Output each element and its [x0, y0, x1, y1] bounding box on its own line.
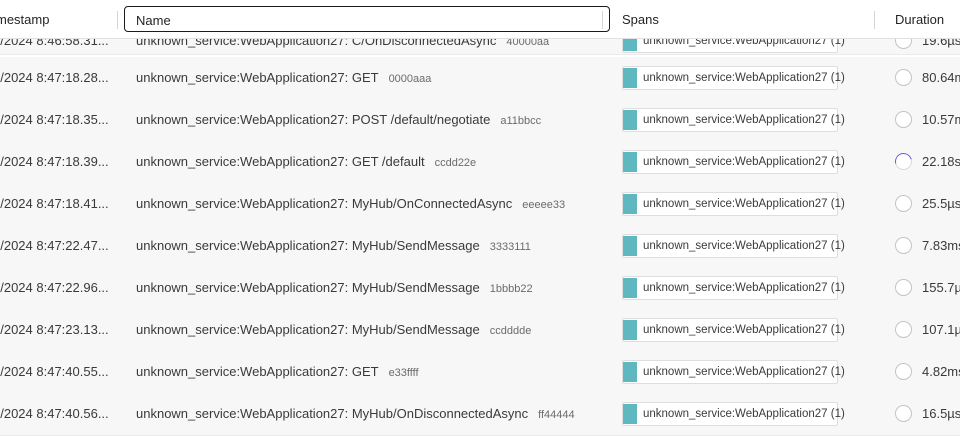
span-label: unknown_service:WebApplication27 (1) [643, 366, 845, 378]
span-badge[interactable]: unknown_service:WebApplication27 (1) [622, 234, 845, 258]
duration-cell: 155.7µ [922, 280, 960, 295]
name-cell[interactable]: unknown_service:WebApplication27: MyHub/… [136, 183, 565, 225]
span-color-bar [623, 236, 637, 256]
trace-id: 3333111 [489, 241, 531, 253]
trace-id: ff44444 [538, 409, 575, 421]
trace-id: ccdddde [489, 325, 532, 337]
span-label: unknown_service:WebApplication27 (1) [643, 198, 845, 210]
timestamp-cell: 5/2024 8:47:40.55... [0, 364, 109, 379]
trace-id: a11bbcc [500, 115, 542, 127]
duration-indicator-icon [895, 405, 912, 422]
duration-indicator-icon [895, 195, 912, 212]
table-row[interactable]: 5/2024 8:47:40.56... unknown_service:Web… [0, 393, 960, 436]
timestamp-cell: 5/2024 8:47:22.96... [0, 280, 109, 295]
span-badge[interactable]: unknown_service:WebApplication27 (1) [622, 360, 845, 384]
table-row[interactable]: 5/2024 8:47:23.13... unknown_service:Web… [0, 309, 960, 352]
timestamp-cell: 5/2024 8:47:22.47... [0, 238, 109, 253]
span-badge[interactable]: unknown_service:WebApplication27 (1) [622, 276, 845, 300]
column-divider[interactable] [117, 11, 118, 29]
column-header-spans[interactable]: Spans [622, 0, 862, 38]
traces-grid: mestamp Name Spans Duration 5/2024 8:46:… [0, 0, 960, 436]
duration-indicator-icon [895, 279, 912, 296]
duration-indicator-icon [895, 237, 912, 254]
span-badge[interactable]: unknown_service:WebApplication27 (1) [622, 66, 845, 90]
timestamp-cell: 5/2024 8:47:40.56... [0, 406, 109, 421]
trace-name[interactable]: unknown_service:WebApplication27: POST /… [136, 112, 490, 127]
table-row[interactable]: 5/2024 8:47:22.47... unknown_service:Web… [0, 225, 960, 268]
name-cell[interactable]: unknown_service:WebApplication27: GET /d… [136, 141, 476, 183]
span-label: unknown_service:WebApplication27 (1) [643, 114, 845, 126]
duration-cell: 7.83ms [922, 238, 960, 253]
timestamp-cell: 5/2024 8:47:18.28... [0, 70, 109, 85]
table-row[interactable]: 5/2024 8:47:22.96... unknown_service:Web… [0, 267, 960, 310]
trace-id: e33ffff [388, 367, 419, 379]
trace-name[interactable]: unknown_service:WebApplication27: MyHub/… [136, 322, 480, 337]
table-row[interactable]: 5/2024 8:47:40.55... unknown_service:Web… [0, 351, 960, 394]
span-color-bar [623, 320, 637, 340]
name-cell[interactable]: unknown_service:WebApplication27: GET 000… [136, 57, 431, 99]
name-cell[interactable]: unknown_service:WebApplication27: MyHub/… [136, 393, 575, 435]
span-badge[interactable]: unknown_service:WebApplication27 (1) [622, 108, 845, 132]
trace-name[interactable]: unknown_service:WebApplication27: GET /d… [136, 154, 425, 169]
span-color-bar [623, 194, 637, 214]
name-cell[interactable]: unknown_service:WebApplication27: GET e33… [136, 351, 419, 393]
span-color-bar [623, 68, 637, 88]
table-row[interactable]: 5/2024 8:47:18.39... unknown_service:Web… [0, 141, 960, 184]
duration-cell: 4.82ms [922, 364, 960, 379]
duration-cell: 80.64m [922, 70, 960, 85]
trace-id: eeeee33 [522, 199, 566, 211]
duration-cell: 10.57m [922, 112, 960, 127]
table-row[interactable]: 5/2024 8:47:18.28... unknown_service:Web… [0, 57, 960, 100]
table-row[interactable]: 5/2024 8:47:18.41... unknown_service:Web… [0, 183, 960, 226]
trace-id: ccdd22e [434, 157, 477, 169]
duration-cell: 25.5µs [922, 196, 960, 211]
timestamp-cell: 5/2024 8:47:18.39... [0, 154, 109, 169]
span-label: unknown_service:WebApplication27 (1) [643, 72, 845, 84]
column-header-duration[interactable]: Duration [895, 0, 960, 38]
timestamp-cell: 5/2024 8:47:18.35... [0, 112, 109, 127]
duration-cell: 107.1µ [922, 322, 960, 337]
span-label: unknown_service:WebApplication27 (1) [643, 324, 845, 336]
span-label: unknown_service:WebApplication27 (1) [643, 408, 845, 420]
duration-indicator-icon [895, 69, 912, 86]
column-divider[interactable] [602, 11, 603, 29]
span-label: unknown_service:WebApplication27 (1) [643, 156, 845, 168]
trace-name[interactable]: unknown_service:WebApplication27: GET [136, 364, 379, 379]
span-label: unknown_service:WebApplication27 (1) [643, 282, 845, 294]
span-badge[interactable]: unknown_service:WebApplication27 (1) [622, 318, 845, 342]
name-cell[interactable]: unknown_service:WebApplication27: MyHub/… [136, 225, 531, 267]
span-badge[interactable]: unknown_service:WebApplication27 (1) [622, 402, 845, 426]
grid-header: mestamp Name Spans Duration [0, 0, 960, 39]
span-color-bar [623, 278, 637, 298]
timestamp-cell: 5/2024 8:47:23.13... [0, 322, 109, 337]
column-divider[interactable] [874, 11, 875, 29]
span-badge[interactable]: unknown_service:WebApplication27 (1) [622, 192, 845, 216]
timestamp-cell: 5/2024 8:47:18.41... [0, 196, 109, 211]
trace-name[interactable]: unknown_service:WebApplication27: MyHub/… [136, 406, 528, 421]
duration-cell: 16.5µs [922, 406, 960, 421]
name-cell[interactable]: unknown_service:WebApplication27: POST /… [136, 99, 541, 141]
trace-name[interactable]: unknown_service:WebApplication27: MyHub/… [136, 196, 512, 211]
trace-name[interactable]: unknown_service:WebApplication27: MyHub/… [136, 280, 480, 295]
column-header-name[interactable]: Name [124, 6, 610, 32]
column-header-timestamp[interactable]: mestamp [0, 0, 114, 38]
trace-name[interactable]: unknown_service:WebApplication27: GET [136, 70, 379, 85]
duration-indicator-icon [895, 111, 912, 128]
name-cell[interactable]: unknown_service:WebApplication27: MyHub/… [136, 267, 533, 309]
trace-name[interactable]: unknown_service:WebApplication27: MyHub/… [136, 238, 480, 253]
trace-id: 1bbbb22 [489, 283, 533, 295]
span-label: unknown_service:WebApplication27 (1) [643, 240, 845, 252]
span-color-bar [623, 404, 637, 424]
span-color-bar [623, 110, 637, 130]
table-row[interactable]: 5/2024 8:47:18.35... unknown_service:Web… [0, 99, 960, 142]
duration-cell: 22.18s [922, 154, 960, 169]
span-color-bar [623, 362, 637, 382]
duration-indicator-icon [895, 321, 912, 338]
name-cell[interactable]: unknown_service:WebApplication27: MyHub/… [136, 309, 531, 351]
span-color-bar [623, 152, 637, 172]
trace-id: 0000aaa [388, 73, 432, 85]
span-badge[interactable]: unknown_service:WebApplication27 (1) [622, 150, 845, 174]
in-progress-spinner-icon [891, 149, 916, 174]
duration-indicator-icon [895, 363, 912, 380]
